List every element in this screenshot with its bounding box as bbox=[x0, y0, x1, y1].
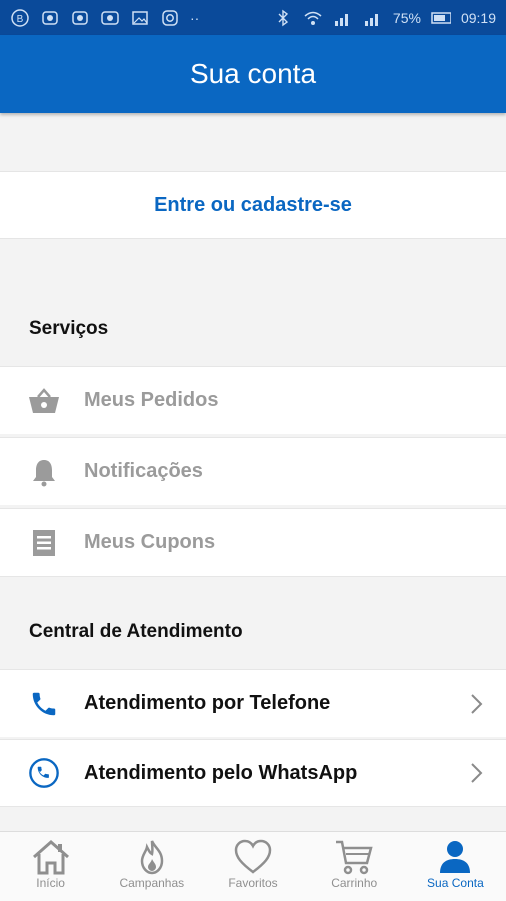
list-item-label: Atendimento por Telefone bbox=[84, 692, 331, 714]
coupon-icon bbox=[28, 527, 60, 559]
services-section-title: Serviços bbox=[29, 318, 109, 339]
phone-icon bbox=[28, 688, 60, 720]
flame-icon bbox=[140, 840, 164, 875]
battery-percent: 75% bbox=[392, 9, 421, 26]
tab-inicio[interactable]: Início bbox=[0, 832, 101, 901]
home-icon bbox=[32, 839, 69, 875]
whatsapp-icon bbox=[28, 757, 60, 789]
instagram-icon bbox=[160, 8, 180, 28]
basket-icon bbox=[28, 385, 60, 417]
battery-icon bbox=[431, 8, 451, 28]
bell-icon bbox=[28, 456, 60, 488]
wifi-icon bbox=[303, 8, 323, 28]
app-notification-icon bbox=[40, 8, 60, 28]
list-item-notificacoes[interactable]: Notificações bbox=[0, 437, 506, 505]
support-section-title: Central de Atendimento bbox=[29, 621, 243, 642]
image-icon bbox=[130, 8, 150, 28]
tab-campanhas[interactable]: Campanhas bbox=[101, 832, 202, 901]
bluetooth-icon bbox=[273, 8, 293, 28]
chevron-right-icon bbox=[471, 763, 483, 783]
more-dots: ·· bbox=[190, 9, 200, 26]
signal-icon bbox=[363, 8, 383, 28]
b-badge-icon: B bbox=[10, 8, 30, 28]
status-bar: B ·· 75% 09:19 bbox=[0, 0, 506, 35]
list-item-label: Meus Cupons bbox=[84, 531, 216, 553]
tab-label: Início bbox=[36, 876, 65, 890]
bottom-tab-bar: Início Campanhas Favoritos Carrinho Sua … bbox=[0, 831, 506, 901]
user-icon bbox=[440, 841, 471, 873]
heart-icon bbox=[234, 839, 272, 874]
tab-sua-conta[interactable]: Sua Conta bbox=[405, 832, 506, 901]
list-item-label: Notificações bbox=[84, 460, 203, 482]
list-item-whatsapp[interactable]: Atendimento pelo WhatsApp bbox=[0, 739, 506, 807]
tab-carrinho[interactable]: Carrinho bbox=[304, 832, 405, 901]
app-header: Sua conta bbox=[0, 35, 506, 113]
tab-label: Campanhas bbox=[119, 876, 185, 890]
list-item-telefone[interactable]: Atendimento por Telefone bbox=[0, 669, 506, 737]
tab-label: Favoritos bbox=[228, 876, 278, 890]
page-title: Sua conta bbox=[189, 58, 317, 89]
signal-icon bbox=[333, 8, 353, 28]
list-item-meus-pedidos[interactable]: Meus Pedidos bbox=[0, 366, 506, 434]
clock: 09:19 bbox=[460, 9, 496, 26]
app-notification-icon bbox=[70, 8, 90, 28]
tab-label: Carrinho bbox=[331, 876, 378, 890]
list-item-label: Meus Pedidos bbox=[84, 389, 219, 411]
chevron-right-icon bbox=[471, 693, 483, 714]
tab-label: Sua Conta bbox=[427, 876, 484, 890]
login-label: Entre ou cadastre-se bbox=[154, 193, 352, 216]
cart-icon bbox=[336, 840, 373, 875]
login-button[interactable]: Entre ou cadastre-se bbox=[0, 171, 506, 239]
svg-text:B: B bbox=[17, 14, 24, 25]
tab-favoritos[interactable]: Favoritos bbox=[202, 832, 303, 901]
app-notification-icon bbox=[100, 8, 120, 28]
list-item-meus-cupons[interactable]: Meus Cupons bbox=[0, 508, 506, 576]
divider bbox=[0, 576, 506, 577]
list-item-label: Atendimento pelo WhatsApp bbox=[84, 761, 358, 784]
